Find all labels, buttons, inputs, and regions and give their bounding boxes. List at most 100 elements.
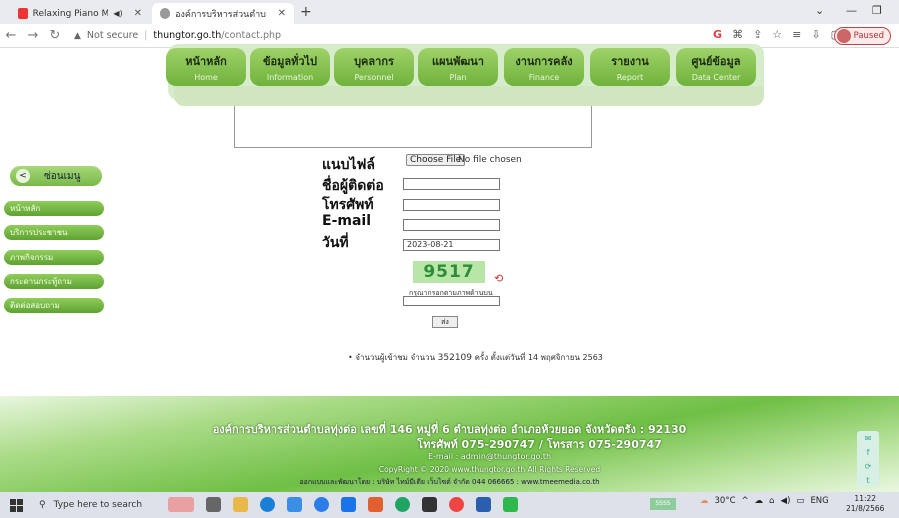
close-icon[interactable]: ✕: [278, 8, 286, 19]
close-icon[interactable]: ✕: [134, 8, 142, 19]
nav-plan[interactable]: แผนพัฒนา Plan: [418, 48, 498, 86]
chevron-left-icon: <: [16, 169, 30, 183]
share-icon[interactable]: ⟳: [865, 462, 872, 471]
system-tray: ☁ 30°C ^ ☁ ⌂ ◀) ▭ ENG: [700, 496, 829, 506]
back-icon[interactable]: ←: [0, 28, 22, 43]
refresh-captcha-icon[interactable]: ⟲: [494, 272, 503, 285]
windows-start-icon[interactable]: [10, 498, 23, 512]
weather-icon[interactable]: ☁: [700, 496, 709, 506]
line-app-icon[interactable]: [287, 497, 302, 512]
line-messenger-icon[interactable]: [503, 497, 518, 512]
photos-icon[interactable]: [422, 497, 437, 512]
nav-report[interactable]: รายงาน Report: [590, 48, 670, 86]
tab-relaxing-piano[interactable]: Relaxing Piano Music: Roma ◀) ✕: [10, 3, 150, 24]
contact-name-input[interactable]: [403, 178, 500, 190]
nav-information[interactable]: ข้อมูลทั่วไป Information: [250, 48, 330, 86]
tab-label: Relaxing Piano Music: Roma: [32, 8, 109, 19]
language-indicator[interactable]: ENG: [810, 496, 828, 506]
footer-phone: โทรศัพท์ 075-290747 / โทรสาร 075-290747: [417, 438, 662, 451]
attach-label: แนบไฟล์: [322, 157, 376, 173]
download-icon[interactable]: ⇩: [811, 28, 820, 41]
twitter-icon[interactable]: t: [866, 476, 869, 485]
nav-personnel[interactable]: บุคลากร Personnel: [334, 48, 414, 86]
side-menu-item[interactable]: ติดต่อสอบถาม: [4, 298, 104, 313]
nav-sublabel: Finance: [528, 73, 560, 82]
browser-tab-strip: Relaxing Piano Music: Roma ◀) ✕ องค์การบ…: [0, 0, 899, 24]
nav-finance[interactable]: งานการคลัง Finance: [504, 48, 584, 86]
toolbar-icons: G ⌘ ⇪ ☆ ≡ ⇩ ▢: [713, 28, 841, 41]
share-icon[interactable]: ⇪: [753, 28, 762, 41]
translate-icon[interactable]: ⌘: [732, 28, 743, 41]
word-icon[interactable]: [476, 497, 491, 512]
tab-thungtor[interactable]: องค์การบริหารส่วนตำบลทุ่งต่อ อำเภ ✕: [152, 3, 294, 24]
pinned-app[interactable]: SSSS: [650, 498, 676, 510]
office-icon[interactable]: [368, 497, 383, 512]
side-menu-item[interactable]: หน้าหลัก: [4, 201, 104, 216]
speaker-icon: ◀): [113, 9, 123, 18]
nav-label: ข้อมูลทั่วไป: [262, 55, 318, 68]
reload-icon[interactable]: ↻: [44, 28, 66, 43]
date-input[interactable]: 2023-08-21: [403, 239, 500, 251]
extensions-icon[interactable]: ≡: [792, 28, 801, 41]
url-field[interactable]: ▲ Not secure | thungtor.go.th/contact.ph…: [74, 30, 281, 41]
nav-label: งานการคลัง: [515, 55, 573, 68]
social-bar: ✉ f ⟳ t: [857, 431, 879, 487]
nav-sublabel: Data Center: [691, 73, 741, 82]
nav-sublabel: Plan: [449, 73, 467, 82]
facebook-icon[interactable]: f: [867, 448, 870, 457]
nav-sublabel: Personnel: [354, 73, 394, 82]
site-nav-strip: [174, 86, 764, 106]
url-divider: |: [144, 30, 148, 41]
phone-input[interactable]: [403, 199, 500, 211]
task-view-icon[interactable]: [206, 497, 221, 512]
captcha-image: 9517: [413, 261, 485, 283]
taskbar-apps: [168, 497, 518, 512]
edge-icon[interactable]: [260, 497, 275, 512]
email-input[interactable]: [403, 219, 500, 231]
volume-icon[interactable]: ◀): [781, 496, 791, 506]
nav-sublabel: Home: [194, 73, 218, 82]
not-secure-label: Not secure: [86, 30, 139, 41]
mail-icon[interactable]: [341, 497, 356, 512]
clock-time: 11:22: [854, 494, 877, 503]
widget-icon[interactable]: [168, 497, 194, 512]
tab-search-icon[interactable]: ⌄: [815, 4, 824, 17]
message-textarea[interactable]: [234, 106, 592, 148]
nav-sublabel: Report: [616, 73, 644, 82]
maximize-button[interactable]: ❐: [872, 4, 882, 17]
email-icon[interactable]: ✉: [865, 434, 872, 443]
nav-label: ศูนย์ข้อมูล: [691, 55, 741, 68]
captcha-input[interactable]: [403, 296, 500, 306]
nav-home[interactable]: หน้าหลัก Home: [166, 48, 246, 86]
counter-suffix: ครั้ง ตั้งแต่วันที่ 14 พฤศจิกายน 2563: [474, 353, 603, 362]
side-menu-item[interactable]: ภาพกิจกรรม: [4, 250, 104, 265]
search-icon: ⚲: [39, 500, 46, 510]
avatar: [836, 29, 851, 43]
network-icon[interactable]: ⌂: [769, 496, 774, 506]
side-menu-item[interactable]: กระดานกระทู้ถาม: [4, 274, 104, 289]
skype-icon[interactable]: [314, 497, 329, 512]
chevron-up-icon[interactable]: ^: [742, 496, 749, 506]
nav-data-center[interactable]: ศูนย์ข้อมูล Data Center: [676, 48, 756, 86]
google-icon[interactable]: G: [713, 28, 722, 41]
visitor-counter: • จำนวนผู้เข้าชม จำนวน 352109 ครั้ง ตั้ง…: [348, 351, 603, 364]
youtube-icon: [18, 8, 28, 19]
forward-icon[interactable]: →: [22, 28, 44, 43]
file-explorer-icon[interactable]: [233, 497, 248, 512]
profile-button[interactable]: Paused: [833, 27, 891, 45]
hide-menu-button[interactable]: < ซ่อนเมนู: [10, 166, 102, 186]
battery-icon[interactable]: ▭: [796, 496, 804, 506]
side-menu-item[interactable]: บริการประชาชน: [4, 225, 104, 240]
taskbar-clock[interactable]: 11:22 21/8/2566: [846, 494, 884, 514]
url-path: /contact.php: [221, 30, 282, 41]
star-icon[interactable]: ☆: [772, 28, 782, 41]
submit-button[interactable]: ส่ง: [432, 316, 458, 328]
new-tab-button[interactable]: +: [300, 4, 312, 20]
whatsapp-icon[interactable]: [395, 497, 410, 512]
chrome-icon[interactable]: [449, 497, 464, 512]
weather-temp[interactable]: 30°C: [715, 496, 736, 506]
onedrive-icon[interactable]: ☁: [755, 496, 764, 506]
nav-label: แผนพัฒนา: [432, 55, 484, 68]
choose-file-button[interactable]: Choose File: [406, 154, 466, 166]
minimize-button[interactable]: —: [846, 4, 857, 17]
